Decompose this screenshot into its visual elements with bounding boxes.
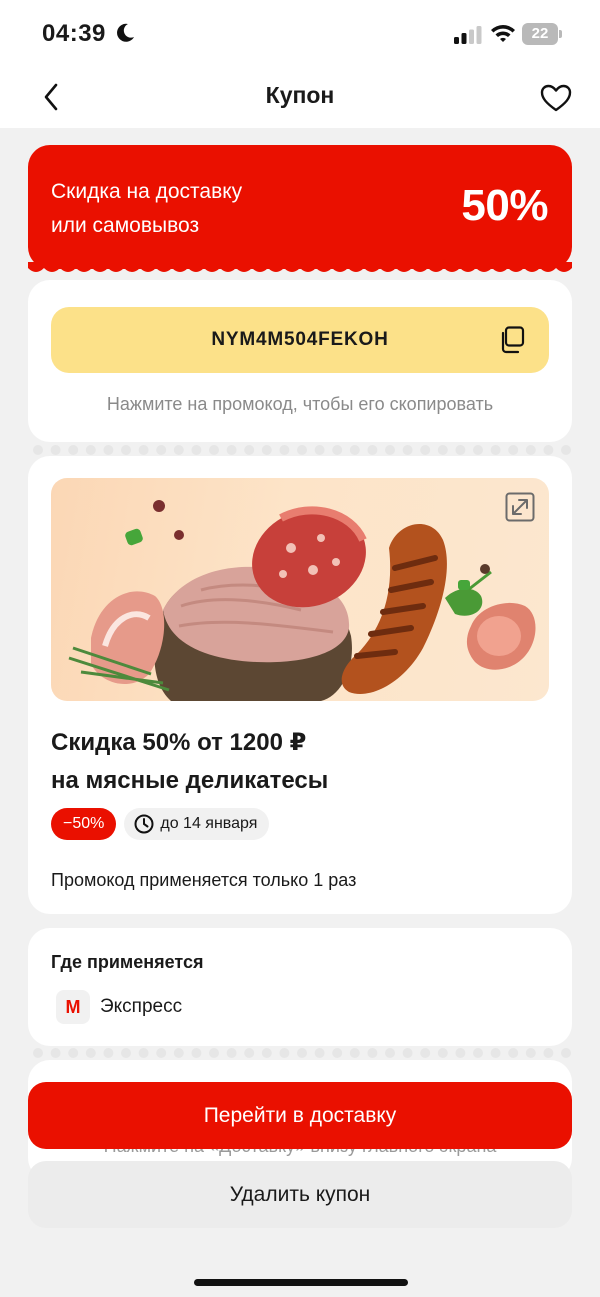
offer-title: Скидка 50% от 1200 ₽ на мясные деликатес… xyxy=(51,724,531,800)
ticket-scallop-edge xyxy=(28,262,572,272)
expiry-date: до 14 января xyxy=(160,815,258,832)
promo-hint: Нажмите на промокод, чтобы его скопирова… xyxy=(106,394,494,414)
deal-header: Скидка на доставку или самовывоз 50% xyxy=(28,145,572,269)
where-item-label: Экспресс xyxy=(100,996,183,1017)
deal-description: Скидка на доставку или самовывоз xyxy=(51,175,341,243)
discount-badge: −50% xyxy=(51,808,117,840)
offer-badges: −50% до 14 января xyxy=(51,808,270,840)
top-bar: 04:39 22 Купон xyxy=(0,0,600,128)
deal-line-1: Скидка на доставку xyxy=(51,180,243,203)
where-item-express: M Экспресс xyxy=(56,990,182,1024)
signal-icon xyxy=(454,26,482,49)
clock-icon xyxy=(134,814,154,834)
go-to-delivery-button[interactable]: Перейти в доставку xyxy=(28,1082,572,1149)
where-title: Где применяется xyxy=(51,952,204,972)
deal-percent: 50% xyxy=(461,181,548,230)
expand-icon[interactable] xyxy=(505,492,535,527)
wifi-icon xyxy=(490,23,516,48)
status-time: 04:39 xyxy=(42,20,106,47)
page-title: Купон xyxy=(265,82,335,108)
favorite-button[interactable] xyxy=(536,80,576,116)
offer-title-line-1: Скидка 50% от 1200 ₽ xyxy=(51,729,307,756)
promo-code-button[interactable]: NYM4M504FEKOH xyxy=(51,307,549,373)
moon-icon xyxy=(114,22,136,49)
battery-level: 22 xyxy=(531,25,549,42)
where-card: Где применяется M Экспресс xyxy=(28,928,572,1046)
store-logo: M xyxy=(56,990,90,1024)
home-indicator xyxy=(194,1279,408,1286)
battery-icon: 22 xyxy=(522,23,562,45)
offer-title-line-2: на мясные деликатесы xyxy=(51,767,329,794)
expiry-badge: до 14 января xyxy=(124,808,270,840)
perforation-divider xyxy=(33,1048,571,1058)
offer-card: Скидка 50% от 1200 ₽ на мясные деликатес… xyxy=(28,456,572,914)
promo-code[interactable]: NYM4M504FEKOH xyxy=(211,329,388,351)
delete-coupon-button[interactable]: Удалить купон xyxy=(28,1161,572,1228)
offer-banner-image[interactable] xyxy=(51,478,549,701)
deal-line-2: или самовывоз xyxy=(51,214,200,237)
copy-icon[interactable] xyxy=(499,326,525,359)
heart-icon xyxy=(540,84,572,112)
perforation-divider xyxy=(33,445,571,455)
promo-card: NYM4M504FEKOH Нажмите на промокод, чтобы… xyxy=(28,280,572,442)
usage-note: Промокод применяется только 1 раз xyxy=(51,870,357,890)
